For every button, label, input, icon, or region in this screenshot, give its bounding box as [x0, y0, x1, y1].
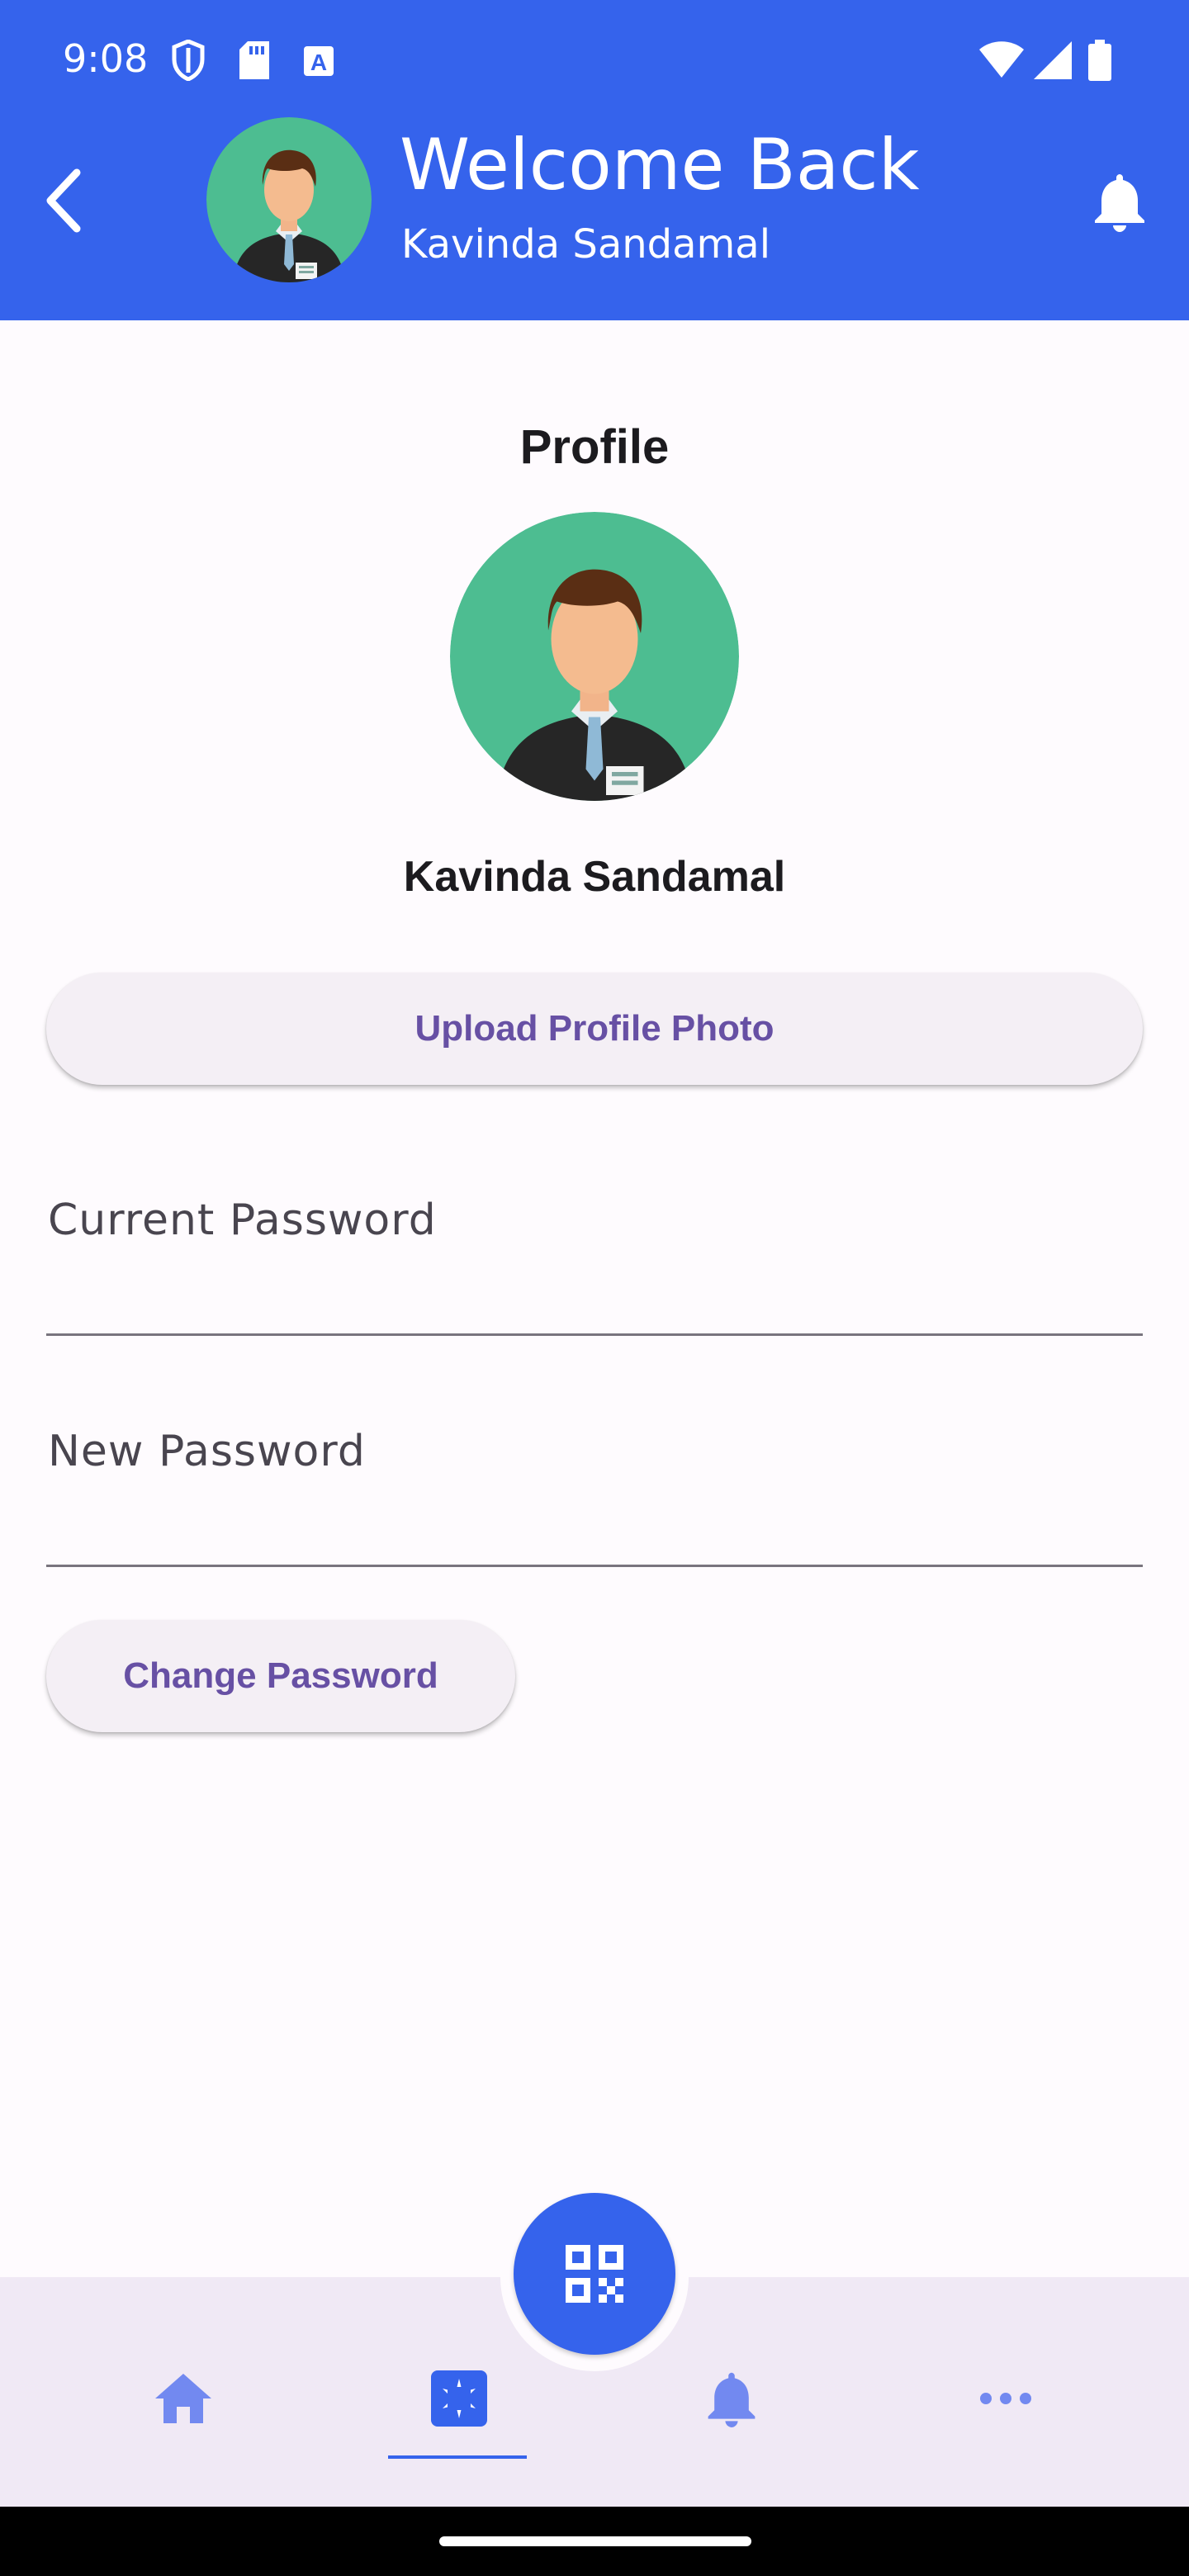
bell-icon [1095, 174, 1144, 232]
qr-code-icon [566, 2245, 623, 2303]
profile-title: Profile [519, 420, 670, 474]
upload-profile-photo-button[interactable]: Upload Profile Photo [46, 973, 1143, 1085]
wifi-icon [979, 41, 1024, 79]
back-button[interactable] [30, 161, 96, 240]
nav-more[interactable] [931, 2345, 1080, 2452]
current-password-field[interactable]: Current Password [46, 1196, 1143, 1336]
home-icon [155, 2374, 211, 2423]
notifications-button[interactable] [1087, 162, 1153, 241]
chevron-left-icon [46, 168, 81, 233]
profile-avatar [450, 512, 739, 801]
nav-notifications[interactable] [657, 2345, 806, 2452]
new-password-label: New Password [48, 1427, 366, 1476]
new-password-underline [46, 1565, 1143, 1567]
svg-text:A: A [310, 50, 327, 75]
bell-icon [708, 2372, 756, 2427]
nav-home[interactable] [109, 2345, 258, 2452]
current-password-label: Current Password [48, 1196, 437, 1245]
status-time: 9:08 [63, 36, 149, 81]
header-avatar[interactable] [206, 117, 372, 282]
nav-active-indicator [388, 2455, 527, 2459]
profile-name: Kavinda Sandamal [403, 853, 786, 901]
sd-card-icon [239, 41, 269, 79]
header-subtitle: Kavinda Sandamal [401, 221, 771, 268]
gesture-handle[interactable] [439, 2536, 751, 2546]
header-title: Welcome Back [400, 124, 920, 206]
signal-icon [1034, 41, 1072, 79]
nav-apps[interactable] [385, 2345, 533, 2452]
qr-scan-button[interactable] [514, 2193, 675, 2355]
battery-icon [1088, 40, 1111, 81]
avatar-person-icon [206, 117, 372, 282]
avatar-person-icon [450, 512, 739, 801]
apps-icon [431, 2370, 487, 2427]
current-password-underline [46, 1333, 1143, 1336]
text-a-icon: A [302, 45, 335, 78]
shield-icon [172, 39, 205, 82]
change-password-button[interactable]: Change Password [46, 1620, 515, 1732]
more-icon [980, 2393, 1031, 2404]
new-password-field[interactable]: New Password [46, 1427, 1143, 1567]
